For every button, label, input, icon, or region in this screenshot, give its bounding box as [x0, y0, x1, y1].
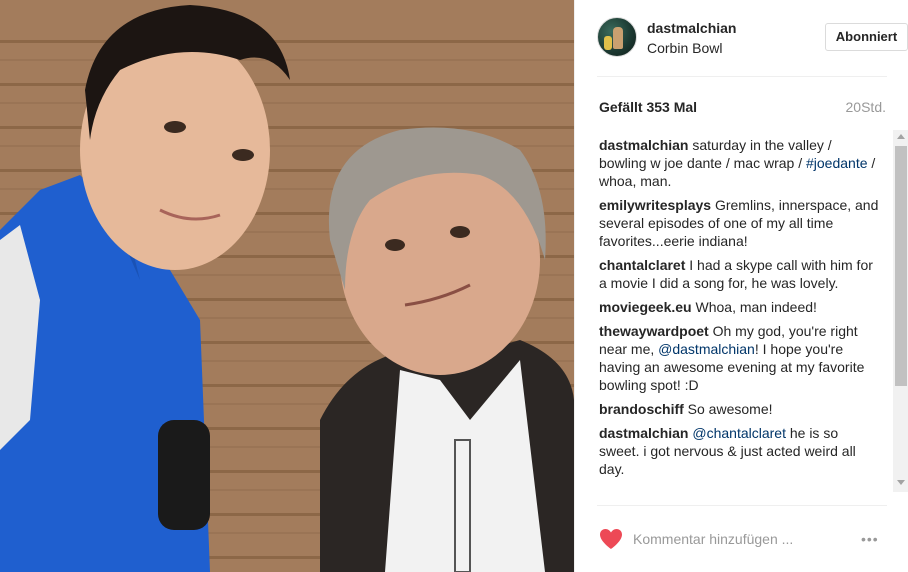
post-timestamp[interactable]: 20Std. [846, 99, 886, 115]
comment-text: Whoa, man indeed! [691, 299, 817, 315]
comment-username[interactable]: chantalclaret [599, 257, 685, 273]
scroll-up-arrow-icon[interactable] [897, 134, 905, 139]
more-options-icon[interactable]: ••• [861, 531, 879, 547]
comment-username[interactable]: emilywritesplays [599, 197, 711, 213]
post-sidebar: dastmalchian Corbin Bowl Abonniert Gefäl… [574, 0, 908, 572]
comments-scrollbar[interactable] [893, 130, 908, 492]
photo-illustration [0, 5, 574, 572]
header-username[interactable]: dastmalchian [647, 20, 736, 36]
scroll-thumb[interactable] [895, 146, 907, 386]
post-header: dastmalchian Corbin Bowl Abonniert [597, 16, 908, 60]
comment-username[interactable]: thewaywardpoet [599, 323, 709, 339]
following-button[interactable]: Abonniert [825, 23, 908, 51]
post-photo [0, 0, 574, 572]
comment-item: dastmalchian saturday in the valley / bo… [599, 136, 879, 190]
footer-divider [597, 505, 887, 506]
header-divider [597, 76, 887, 77]
comment-item: moviegeek.eu Whoa, man indeed! [599, 298, 879, 316]
comments-list: dastmalchian saturday in the valley / bo… [599, 136, 879, 502]
comment-item: thewaywardpoet Oh my god, you're right n… [599, 322, 879, 394]
like-heart-icon[interactable] [599, 528, 623, 550]
comment-username[interactable]: dastmalchian [599, 425, 688, 441]
profile-avatar[interactable] [597, 17, 637, 57]
comment-text: So awesome! [683, 401, 773, 417]
add-comment-input[interactable] [633, 528, 833, 550]
comment-username[interactable]: moviegeek.eu [599, 299, 692, 315]
post-location[interactable]: Corbin Bowl [647, 40, 722, 56]
comment-item: brandoschiff So awesome! [599, 400, 879, 418]
comment-link[interactable]: #joedante [806, 155, 868, 171]
comment-link[interactable]: @dastmalchian [658, 341, 755, 357]
likes-count[interactable]: Gefällt 353 Mal [599, 99, 697, 115]
comment-item: emilywritesplays Gremlins, innerspace, a… [599, 196, 879, 250]
comment-link[interactable]: @chantalclaret [692, 425, 786, 441]
comment-username[interactable]: brandoschiff [599, 401, 684, 417]
comment-item: chantalclaret I had a skype call with hi… [599, 256, 879, 292]
comment-username[interactable]: dastmalchian [599, 137, 688, 153]
comment-item: dastmalchian @chantalclaret he is so swe… [599, 424, 879, 478]
scroll-down-arrow-icon[interactable] [897, 480, 905, 485]
